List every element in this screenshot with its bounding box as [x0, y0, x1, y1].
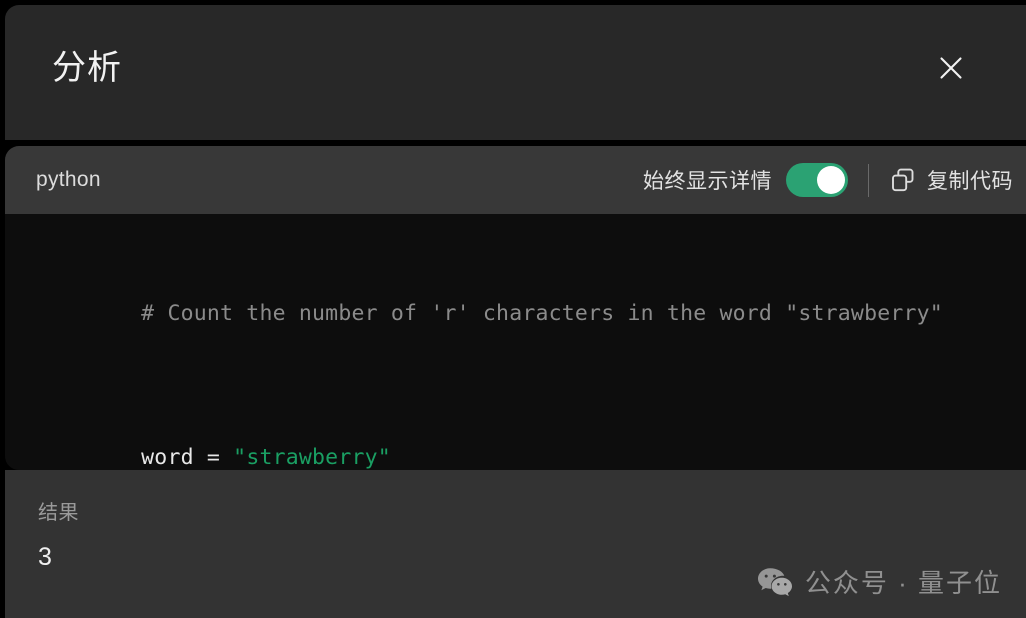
- close-icon: [938, 55, 964, 81]
- wechat-icon: [757, 567, 793, 597]
- analysis-panel: 分析 python 始终显示详情 复制代码 # Count the number…: [0, 0, 1026, 618]
- result-label: 结果: [38, 502, 79, 524]
- code-token-string: "strawberry": [233, 445, 391, 470]
- code-token-plain: word =: [141, 445, 234, 470]
- copy-icon: [890, 167, 916, 193]
- page-title: 分析: [52, 49, 122, 87]
- code-toolbar: python 始终显示详情 复制代码: [5, 146, 1026, 214]
- code-block-card: python 始终显示详情 复制代码 # Count the number of…: [5, 146, 1026, 470]
- code-line-1: # Count the number of 'r' characters in …: [36, 242, 1026, 386]
- toolbar-divider: [868, 163, 869, 197]
- panel-header: 分析: [5, 5, 1026, 140]
- toggle-knob: [817, 166, 845, 194]
- code-content[interactable]: # Count the number of 'r' characters in …: [5, 214, 1026, 470]
- watermark: 公众号 · 量子位: [757, 563, 1002, 600]
- always-show-details-toggle[interactable]: [786, 163, 848, 197]
- code-line-2: word = "strawberry": [36, 386, 1026, 470]
- code-language-label: python: [36, 168, 101, 191]
- code-token-comment: # Count the number of 'r' characters in …: [141, 301, 943, 326]
- close-button[interactable]: [930, 47, 972, 89]
- code-toolbar-actions: 始终显示详情 复制代码: [643, 160, 1013, 200]
- always-show-details-label: 始终显示详情: [643, 170, 772, 193]
- result-panel: 结果 3 公众号 · 量子位: [5, 470, 1026, 618]
- copy-code-button[interactable]: 复制代码: [890, 165, 1013, 195]
- copy-code-label: 复制代码: [927, 170, 1013, 193]
- watermark-text: 公众号 · 量子位: [804, 568, 1002, 598]
